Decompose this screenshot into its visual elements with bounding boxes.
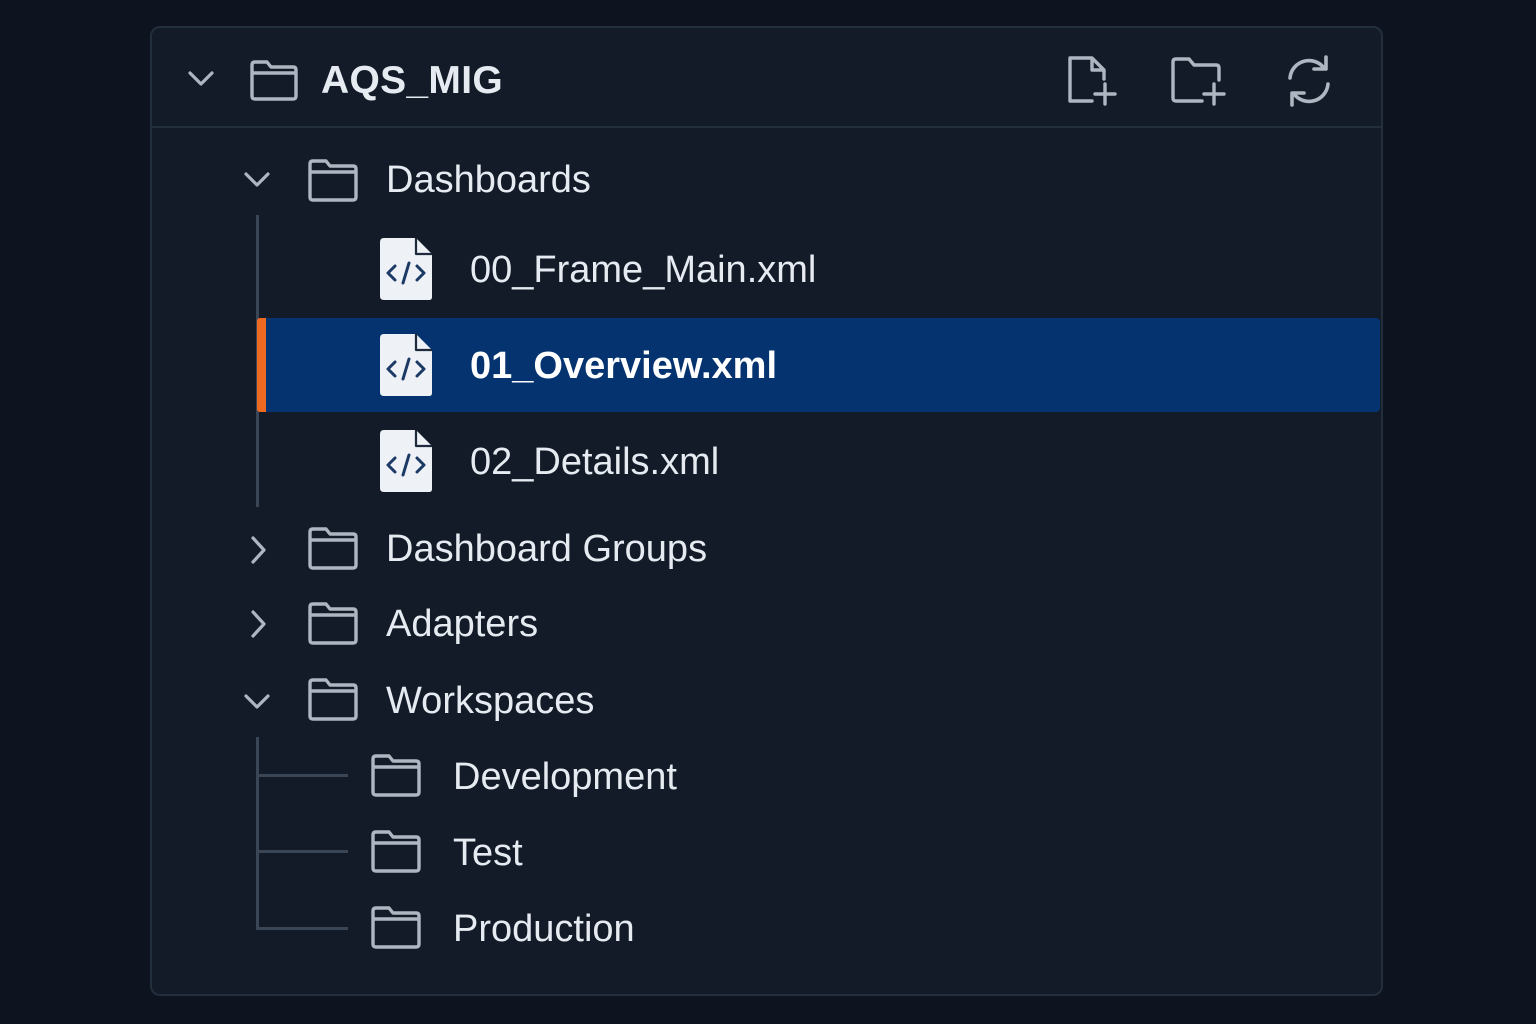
tree-file-label: 00_Frame_Main.xml <box>470 249 817 291</box>
refresh-button[interactable] <box>1280 52 1338 110</box>
chevron-right-icon[interactable] <box>250 536 266 564</box>
chevron-down-icon[interactable] <box>188 71 214 87</box>
xml-file-icon <box>380 334 432 396</box>
tree-folder-workspaces[interactable]: Workspaces <box>236 672 1376 734</box>
tree-folder-development[interactable]: Development <box>360 748 1370 808</box>
refresh-icon <box>1288 55 1330 107</box>
new-folder-icon <box>1171 57 1226 106</box>
xml-file-icon <box>380 430 432 492</box>
selection-accent-bar <box>257 318 266 412</box>
tree-branch-line <box>258 774 348 777</box>
new-file-button[interactable] <box>1062 52 1120 110</box>
tree-folder-label: Development <box>453 756 677 798</box>
tree-folder-label: Test <box>453 832 523 874</box>
tree-folder-test[interactable]: Test <box>360 824 1370 884</box>
tree-folder-label: Workspaces <box>386 680 595 722</box>
folder-icon <box>308 602 358 645</box>
tree-folder-dashboards[interactable]: Dashboards <box>236 150 1376 212</box>
tree-folder-adapters[interactable]: Adapters <box>236 596 1376 658</box>
tree-folder-dashboard-groups[interactable]: Dashboard Groups <box>236 520 1376 582</box>
folder-icon <box>371 830 421 873</box>
tree-branch-line <box>258 850 348 853</box>
root-folder-name: AQS_MIG <box>321 59 503 102</box>
root-folder-row[interactable]: AQS_MIG <box>180 50 540 112</box>
xml-file-icon <box>380 238 432 300</box>
chevron-right-icon[interactable] <box>250 610 266 638</box>
tree-folder-label: Adapters <box>386 603 539 645</box>
folder-icon <box>308 678 358 721</box>
folder-icon <box>250 60 298 101</box>
tree-folder-label: Production <box>453 908 635 950</box>
tree-folder-production[interactable]: Production <box>360 900 1370 960</box>
folder-icon <box>371 906 421 949</box>
new-file-icon <box>1068 56 1117 106</box>
tree-file-row[interactable]: 02_Details.xml <box>270 424 1370 500</box>
tree-file-row-selected[interactable]: 01_Overview.xml <box>270 328 1370 404</box>
folder-icon <box>308 527 358 570</box>
tree-folder-label: Dashboards <box>386 159 591 201</box>
tree-branch-line <box>258 927 348 930</box>
new-folder-button[interactable] <box>1168 52 1226 110</box>
tree-folder-label: Dashboard Groups <box>386 528 708 570</box>
tree-file-label: 02_Details.xml <box>470 441 720 483</box>
folder-icon <box>308 159 358 202</box>
tree-file-row[interactable]: 00_Frame_Main.xml <box>270 232 1370 308</box>
chevron-down-icon[interactable] <box>244 172 270 188</box>
chevron-down-icon[interactable] <box>244 694 270 710</box>
tree-file-label: 01_Overview.xml <box>470 345 778 387</box>
tree-guide-line <box>256 737 259 930</box>
folder-icon <box>371 754 421 797</box>
